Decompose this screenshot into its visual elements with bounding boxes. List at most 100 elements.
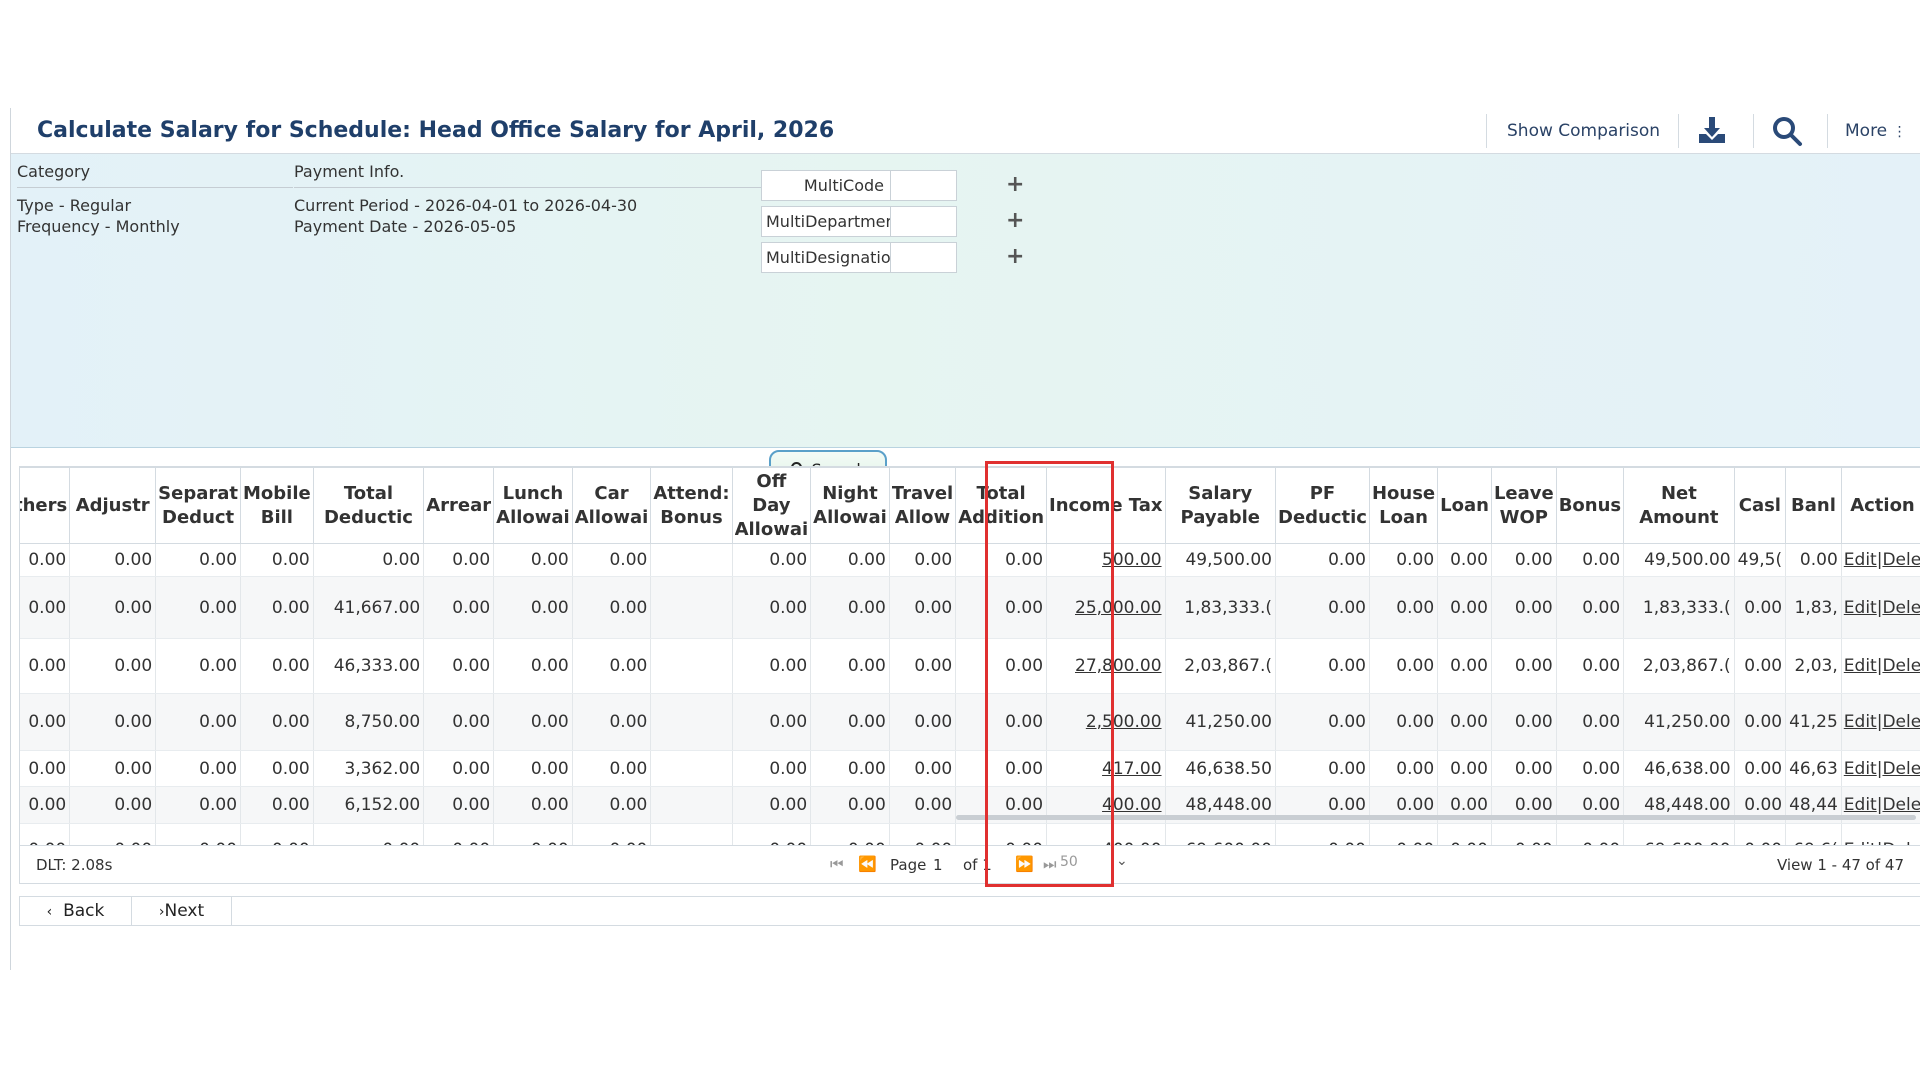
table-cell: 0.00 (1368, 823, 1439, 845)
income-tax-link[interactable]: 417.00 (1102, 759, 1161, 779)
table-cell: 0.00 (1733, 750, 1787, 787)
table-cell: 8,750.00 (312, 693, 425, 751)
column-header-label: Allowai (496, 506, 570, 528)
download-icon[interactable] (1696, 114, 1728, 148)
page-size-select[interactable]: 50 ⌄ (1060, 853, 1132, 876)
show-comparison-button[interactable]: Show Comparison (1507, 114, 1660, 148)
column-header[interactable]: Lunch Allowai (493, 467, 573, 544)
table-cell: 2,03,867.( (1164, 638, 1277, 694)
page-number[interactable]: 1 (933, 856, 943, 874)
first-page-icon[interactable]: ⏮ (830, 855, 844, 873)
column-header[interactable]: Casl (1733, 467, 1787, 544)
table-cell: 0.00 (1555, 693, 1625, 751)
prev-page-icon[interactable]: ⏪ (858, 855, 877, 873)
column-header[interactable]: House Loan (1368, 467, 1439, 544)
column-header[interactable]: Separat Deduct (155, 467, 242, 544)
delete-link[interactable]: Dele (1882, 795, 1920, 815)
table-cell: 0.00 (20, 693, 71, 751)
table-cell: 0.00 (955, 576, 1048, 639)
column-header[interactable]: Adjustr (69, 467, 157, 544)
column-header-label: Loan (1440, 494, 1489, 516)
income-tax-link[interactable]: 400.00 (1102, 795, 1161, 815)
column-header-label: Net (1660, 482, 1697, 504)
table-cell: 0.00 (571, 693, 652, 751)
next-button[interactable]: ›Next (132, 897, 232, 925)
column-header-label: Lunch (502, 482, 564, 504)
table-cell (650, 576, 733, 639)
column-header[interactable]: Leave WOP (1490, 467, 1557, 544)
add-multidepartment-icon[interactable]: + (1006, 208, 1024, 233)
edit-link[interactable]: Edit (1844, 759, 1877, 779)
delete-link[interactable]: Dele (1882, 656, 1920, 676)
multidepartment-input[interactable] (890, 207, 956, 236)
edit-link[interactable]: Edit (1844, 598, 1877, 618)
column-header[interactable]: Off Day Allowai (731, 467, 812, 544)
search-icon[interactable] (1771, 115, 1803, 149)
table-cell: 0.00 (810, 693, 890, 751)
more-menu-button[interactable]: More ⋮ (1845, 114, 1907, 148)
column-header[interactable]: Total Addition (955, 467, 1048, 544)
table-cell: 0.00 (731, 823, 812, 845)
column-header[interactable]: Salary Payable (1164, 467, 1277, 544)
table-cell: 0.00 (1490, 750, 1557, 787)
column-header[interactable]: Total Deductic (312, 467, 425, 544)
table-cell: 0.00 (571, 823, 652, 845)
column-header[interactable]: Travel Allow (888, 467, 957, 544)
column-header[interactable]: Loan (1437, 467, 1492, 544)
pager-bar: DLT: 2.08s ⏮ ⏪ Page 1 of 1 ⏩ ⏭ 50 ⌄ View … (19, 846, 1920, 884)
delete-link[interactable]: Dele (1882, 550, 1920, 570)
edit-link[interactable]: Edit (1844, 656, 1877, 676)
table-cell: 0.00 (955, 543, 1048, 577)
table-cell: 46,63 (1785, 750, 1842, 787)
table-cell: 0.00 (1437, 693, 1492, 751)
salary-window: Calculate Salary for Schedule: Head Offi… (10, 108, 1920, 970)
multicode-input[interactable] (890, 171, 956, 200)
table-cell: 0.00 (1555, 750, 1625, 787)
delete-link[interactable]: Dele (1882, 759, 1920, 779)
table-cell: 49,5( (1733, 543, 1787, 577)
table-cell: 0.00 (20, 543, 71, 577)
column-header[interactable]: Arrear (423, 467, 495, 544)
delete-link[interactable]: Dele (1882, 712, 1920, 732)
column-header[interactable]: Night Allowai (810, 467, 890, 544)
column-header[interactable]: Net Amount (1623, 467, 1735, 544)
table-cell: 0.00 (888, 693, 957, 751)
income-tax-link[interactable]: 500.00 (1102, 550, 1161, 570)
add-multidesignation-icon[interactable]: + (1006, 244, 1024, 269)
delete-link[interactable]: Dele (1882, 598, 1920, 618)
add-multicode-icon[interactable]: + (1006, 172, 1024, 197)
column-header[interactable]: Mobile Bill (240, 467, 314, 544)
table-cell: 49,500.00 (1623, 543, 1735, 577)
table-cell: 2,03,867.( (1623, 638, 1735, 694)
multidesignation-input[interactable] (890, 243, 956, 272)
edit-link[interactable]: Edit (1844, 550, 1877, 570)
table-cell: 69,600.00 (1623, 823, 1735, 845)
table-cell: 0.00 (1785, 543, 1842, 577)
column-header[interactable]: Attend: Bonus (650, 467, 733, 544)
horizontal-scrollbar[interactable] (956, 815, 1916, 820)
column-header-label: Day (752, 494, 791, 516)
income-tax-link[interactable]: 27,800.00 (1075, 656, 1162, 676)
table-cell: 0.00 (1437, 638, 1492, 694)
table-cell: 0.00 (69, 693, 157, 751)
column-header[interactable]: Income Tax (1046, 467, 1166, 544)
table-cell: 0.00 (1437, 543, 1492, 577)
column-header-label: Allowai (574, 506, 649, 528)
wizard-nav: ‹ Back ›Next (19, 896, 1920, 926)
column-header[interactable]: PF Deductic (1275, 467, 1370, 544)
last-page-icon[interactable]: ⏭ (1043, 855, 1057, 873)
income-tax-link[interactable]: 2,500.00 (1086, 712, 1162, 732)
income-tax-link[interactable]: 25,000.00 (1075, 598, 1162, 618)
column-header[interactable]: Car Allowai (571, 467, 652, 544)
edit-link[interactable]: Edit (1844, 712, 1877, 732)
column-header[interactable]: Banl (1785, 467, 1842, 544)
column-header[interactable]: Bonus (1555, 467, 1625, 544)
column-header[interactable]: Action (1840, 467, 1920, 544)
table-cell (650, 638, 733, 694)
column-header[interactable]: thers (20, 467, 71, 544)
action-cell: Edit|Dele (1840, 543, 1920, 577)
back-button[interactable]: ‹ Back (20, 897, 132, 925)
edit-link[interactable]: Edit (1844, 795, 1877, 815)
next-page-icon[interactable]: ⏩ (1015, 855, 1034, 873)
column-header-label: Attend: (653, 482, 730, 504)
